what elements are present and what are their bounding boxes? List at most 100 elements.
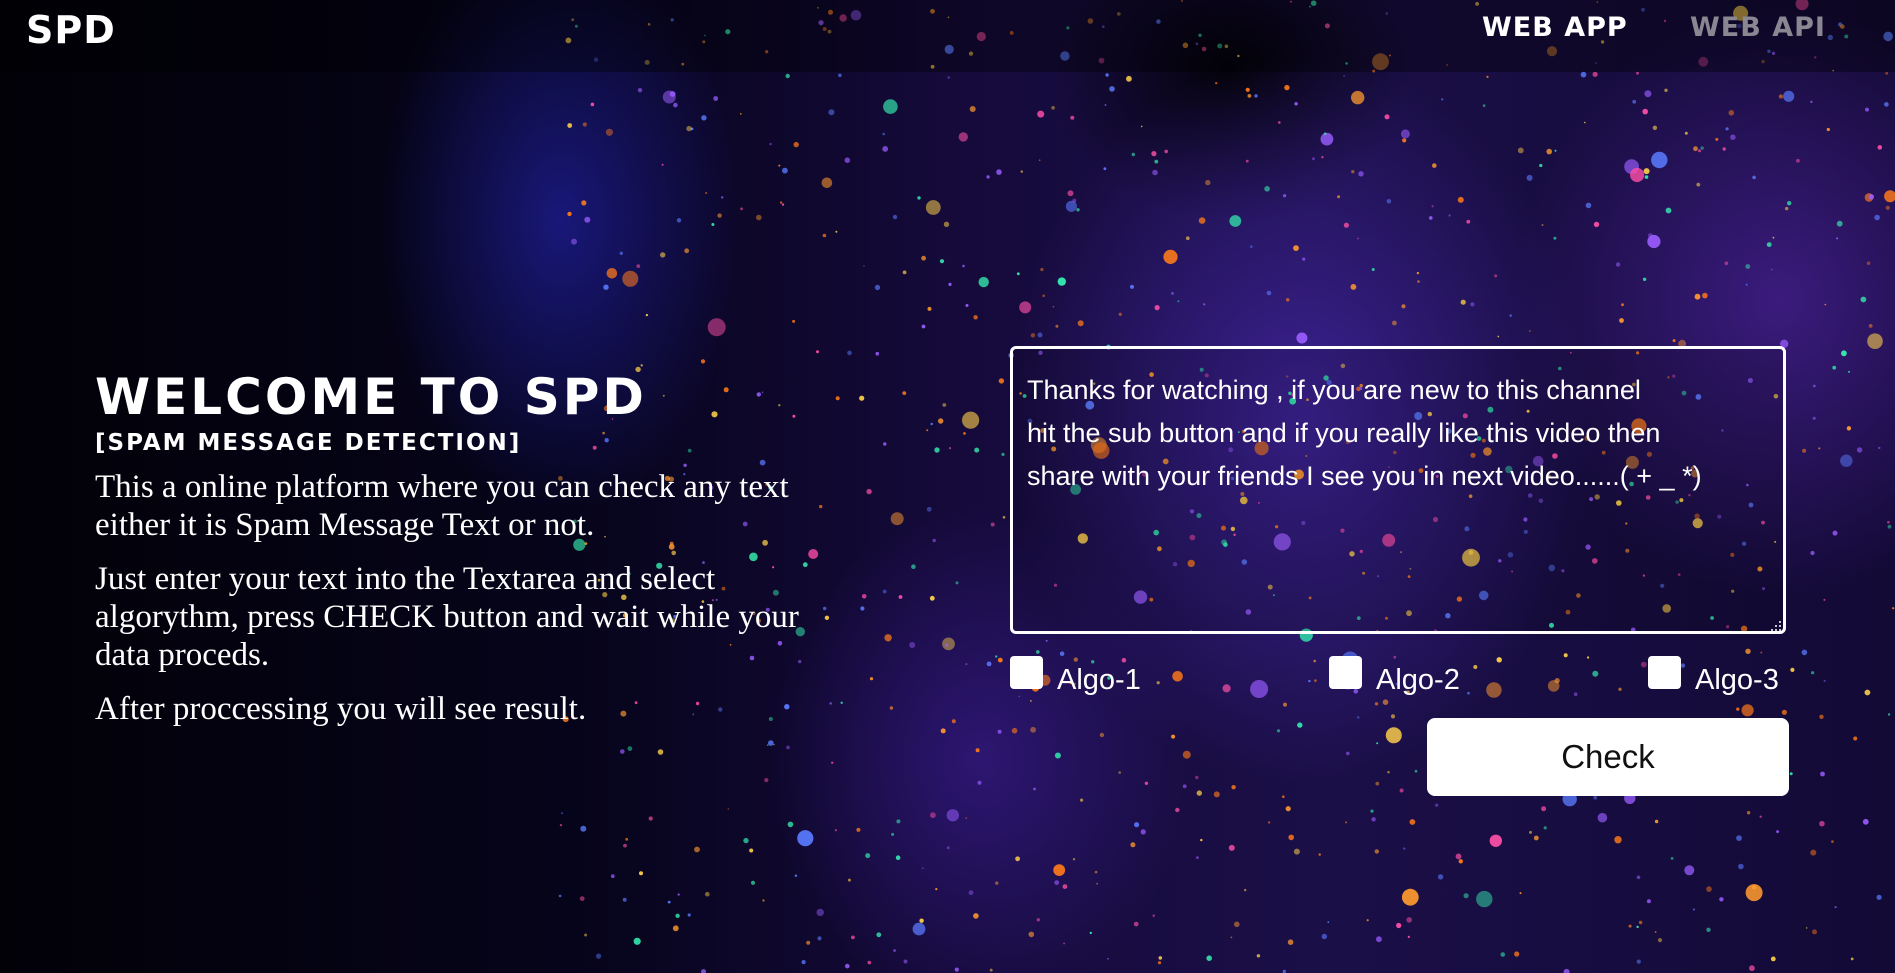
paint-speck [1196, 790, 1203, 796]
nav-web-app[interactable]: WEB APP [1482, 12, 1628, 43]
paint-speck [1118, 312, 1123, 316]
paint-speck [902, 391, 907, 395]
paint-speck [1152, 169, 1158, 176]
paint-speck [636, 264, 641, 268]
paint-speck [1416, 271, 1420, 275]
paint-speck [1702, 292, 1708, 299]
algo-1-option[interactable]: Algo-1 [1010, 652, 1141, 696]
algo-2-option[interactable]: Algo-2 [1329, 652, 1460, 696]
paint-speck [625, 837, 629, 841]
paint-speck [590, 102, 595, 107]
paint-speck [1846, 426, 1852, 431]
paint-speck [1698, 149, 1701, 153]
algo-3-option[interactable]: Algo-3 [1648, 652, 1779, 696]
paint-speck [1752, 175, 1756, 180]
paint-speck [1196, 856, 1199, 859]
paint-speck [974, 447, 980, 453]
paint-speck [816, 908, 824, 917]
paint-speck [610, 874, 615, 879]
paint-speck [1250, 245, 1253, 248]
algo-3-checkbox[interactable] [1648, 655, 1681, 689]
paint-speck [1062, 884, 1068, 889]
paint-speck [606, 268, 618, 279]
paint-speck [743, 837, 749, 844]
paint-speck [986, 661, 992, 667]
paint-speck [1460, 299, 1466, 305]
paint-speck [926, 506, 932, 512]
paint-speck [1254, 94, 1258, 98]
paint-speck [792, 319, 796, 323]
paint-speck [1374, 702, 1379, 706]
paint-speck [1037, 332, 1043, 338]
paint-speck [883, 99, 898, 114]
paint-speck [676, 218, 682, 223]
paint-speck [1070, 115, 1075, 120]
paint-speck [705, 891, 710, 897]
paint-speck [1781, 709, 1787, 715]
paint-speck [1831, 840, 1834, 843]
paint-speck [1441, 98, 1444, 101]
paint-speck [867, 960, 872, 965]
paint-speck [1016, 272, 1020, 276]
paint-speck [1278, 121, 1281, 124]
paint-speck [1020, 170, 1023, 173]
check-button[interactable]: Check [1427, 718, 1789, 796]
paint-speck [1386, 199, 1392, 204]
paint-speck [619, 251, 623, 255]
paint-speck [1834, 906, 1837, 909]
message-textarea[interactable] [1010, 346, 1786, 634]
paint-speck [845, 963, 850, 969]
paint-speck [890, 512, 904, 526]
paint-speck [1321, 933, 1328, 940]
paint-speck [861, 594, 867, 599]
algo-2-checkbox[interactable] [1329, 655, 1362, 689]
paint-speck [925, 200, 941, 215]
paint-speck [639, 871, 643, 876]
paint-speck [1151, 151, 1157, 157]
paint-speck [1884, 190, 1895, 203]
paint-speck [1684, 131, 1688, 135]
paint-speck [1045, 639, 1048, 642]
paint-speck [1247, 94, 1252, 98]
paint-speck [801, 960, 806, 965]
paint-speck [1826, 127, 1830, 132]
paint-speck [1302, 257, 1306, 261]
paint-speck [1745, 283, 1748, 286]
paint-speck [1063, 942, 1065, 945]
paint-speck [1288, 834, 1294, 841]
paint-speck [1171, 291, 1174, 295]
paint-speck [1563, 653, 1568, 658]
paint-speck [882, 589, 887, 594]
paint-speck [1154, 159, 1159, 164]
paint-speck [1783, 90, 1795, 102]
paint-speck [851, 935, 855, 940]
nav-web-api[interactable]: WEB API [1690, 12, 1826, 43]
paint-speck [1736, 707, 1740, 711]
paint-speck [1318, 853, 1321, 856]
brand-logo[interactable]: SPD [26, 8, 116, 52]
paint-speck [1700, 146, 1704, 150]
paint-speck [750, 880, 756, 885]
paint-speck [1770, 268, 1773, 271]
paint-speck [1107, 957, 1109, 960]
paint-speck [909, 642, 916, 648]
paint-speck [1392, 320, 1397, 326]
paint-speck [584, 216, 591, 223]
resize-grip-icon[interactable] [1770, 620, 1782, 632]
paint-speck [1327, 921, 1330, 923]
paint-speck [1884, 102, 1889, 107]
paint-speck [1615, 262, 1621, 267]
paint-speck [1320, 132, 1334, 146]
paint-speck [1868, 194, 1875, 200]
paint-speck [882, 132, 885, 136]
paint-speck [1222, 684, 1231, 693]
paint-speck [882, 146, 889, 152]
paint-speck [1345, 821, 1348, 824]
paint-speck [1486, 682, 1502, 698]
algo-1-checkbox[interactable] [1010, 655, 1043, 689]
paint-speck [721, 196, 724, 199]
paint-speck [1805, 927, 1808, 929]
paint-speck [1350, 284, 1357, 290]
paint-speck [1054, 752, 1061, 759]
paint-speck [955, 581, 959, 585]
